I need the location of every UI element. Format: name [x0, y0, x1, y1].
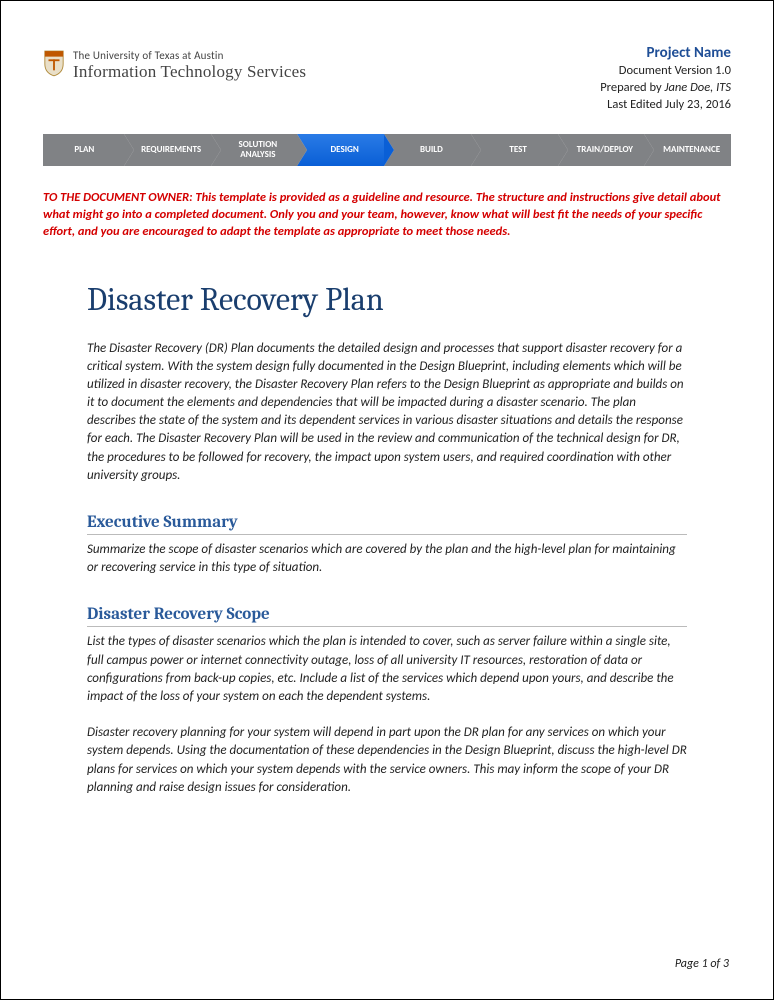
step-maintenance: MAINTENANCE: [644, 134, 731, 166]
owner-note: TO THE DOCUMENT OWNER: This template is …: [43, 190, 731, 241]
step-design: DESIGN: [297, 134, 384, 166]
document-meta: Project Name Document Version 1.0 Prepar…: [600, 43, 731, 114]
step-test: TEST: [471, 134, 558, 166]
org-line2: Information Technology Services: [73, 62, 306, 82]
project-name: Project Name: [600, 43, 731, 63]
intro-paragraph: The Disaster Recovery (DR) Plan document…: [87, 340, 687, 486]
page-footer: Page 1 of 3: [675, 957, 729, 971]
section-exec-summary-heading: Executive Summary: [87, 513, 687, 532]
org-text: The University of Texas at Austin Inform…: [73, 49, 306, 82]
scope-body-2: Disaster recovery planning for your syst…: [87, 724, 687, 797]
page-title: Disaster Recovery Plan: [87, 281, 687, 318]
prepared-by: Prepared by Jane Doe, ITS: [600, 80, 731, 97]
step-plan: PLAN: [43, 134, 124, 166]
org-line1: The University of Texas at Austin: [73, 49, 306, 62]
step-requirements: REQUIREMENTS: [124, 134, 211, 166]
last-edited: Last Edited July 23, 2016: [600, 97, 731, 114]
document-body: Disaster Recovery Plan The Disaster Reco…: [43, 281, 731, 797]
section-divider: [87, 534, 687, 535]
step-build: BUILD: [384, 134, 471, 166]
ut-shield-icon: [43, 49, 65, 77]
page-header: The University of Texas at Austin Inform…: [43, 43, 731, 114]
scope-body-1: List the types of disaster scenarios whi…: [87, 633, 687, 706]
step-solution-analysis: SOLUTION ANALYSIS: [211, 134, 298, 166]
step-train-deploy: TRAIN/DEPLOY: [558, 134, 645, 166]
doc-version: Document Version 1.0: [600, 63, 731, 80]
document-page: The University of Texas at Austin Inform…: [1, 1, 773, 797]
org-logo-block: The University of Texas at Austin Inform…: [43, 43, 306, 82]
phase-stepper: PLAN REQUIREMENTS SOLUTION ANALYSIS DESI…: [43, 134, 731, 166]
section-scope-heading: Disaster Recovery Scope: [87, 605, 687, 624]
exec-summary-body: Summarize the scope of disaster scenario…: [87, 541, 687, 577]
section-divider: [87, 626, 687, 627]
